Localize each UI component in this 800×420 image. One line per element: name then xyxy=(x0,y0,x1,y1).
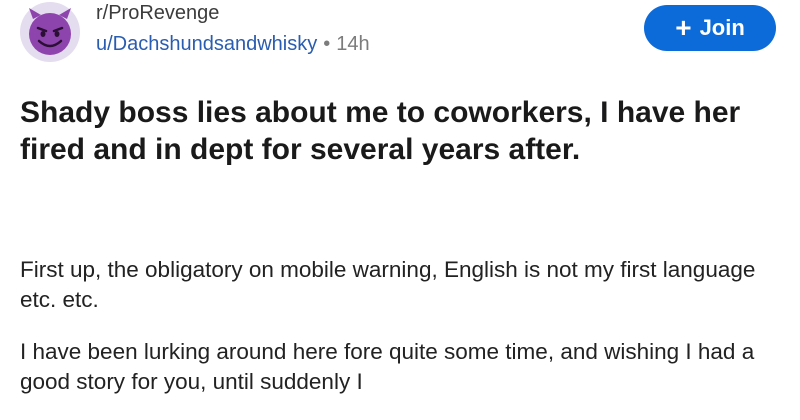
author-line: u/Dachshundsandwhisky • 14h xyxy=(96,30,370,58)
subreddit-avatar[interactable] xyxy=(20,2,80,62)
post-header: r/ProRevenge u/Dachshundsandwhisky • 14h +… xyxy=(0,0,800,70)
post-paragraph: First up, the obligatory on mobile warni… xyxy=(20,257,756,312)
join-button[interactable]: + Join xyxy=(644,5,776,51)
post-meta: r/ProRevenge u/Dachshundsandwhisky • 14h xyxy=(96,0,370,58)
separator-dot: • xyxy=(323,33,331,55)
post-time: 14h xyxy=(336,33,370,55)
plus-icon: + xyxy=(675,12,692,43)
username-link[interactable]: u/Dachshundsandwhisky xyxy=(96,33,317,55)
devil-face-icon xyxy=(29,8,71,55)
post-paragraph: I have been lurking around here fore qui… xyxy=(20,339,755,394)
subreddit-link[interactable]: r/ProRevenge xyxy=(96,0,370,26)
post-title: Shady boss lies about me to coworkers, I… xyxy=(20,96,741,166)
post-body: First up, the obligatory on mobile warni… xyxy=(20,255,780,419)
join-label: Join xyxy=(699,15,745,40)
